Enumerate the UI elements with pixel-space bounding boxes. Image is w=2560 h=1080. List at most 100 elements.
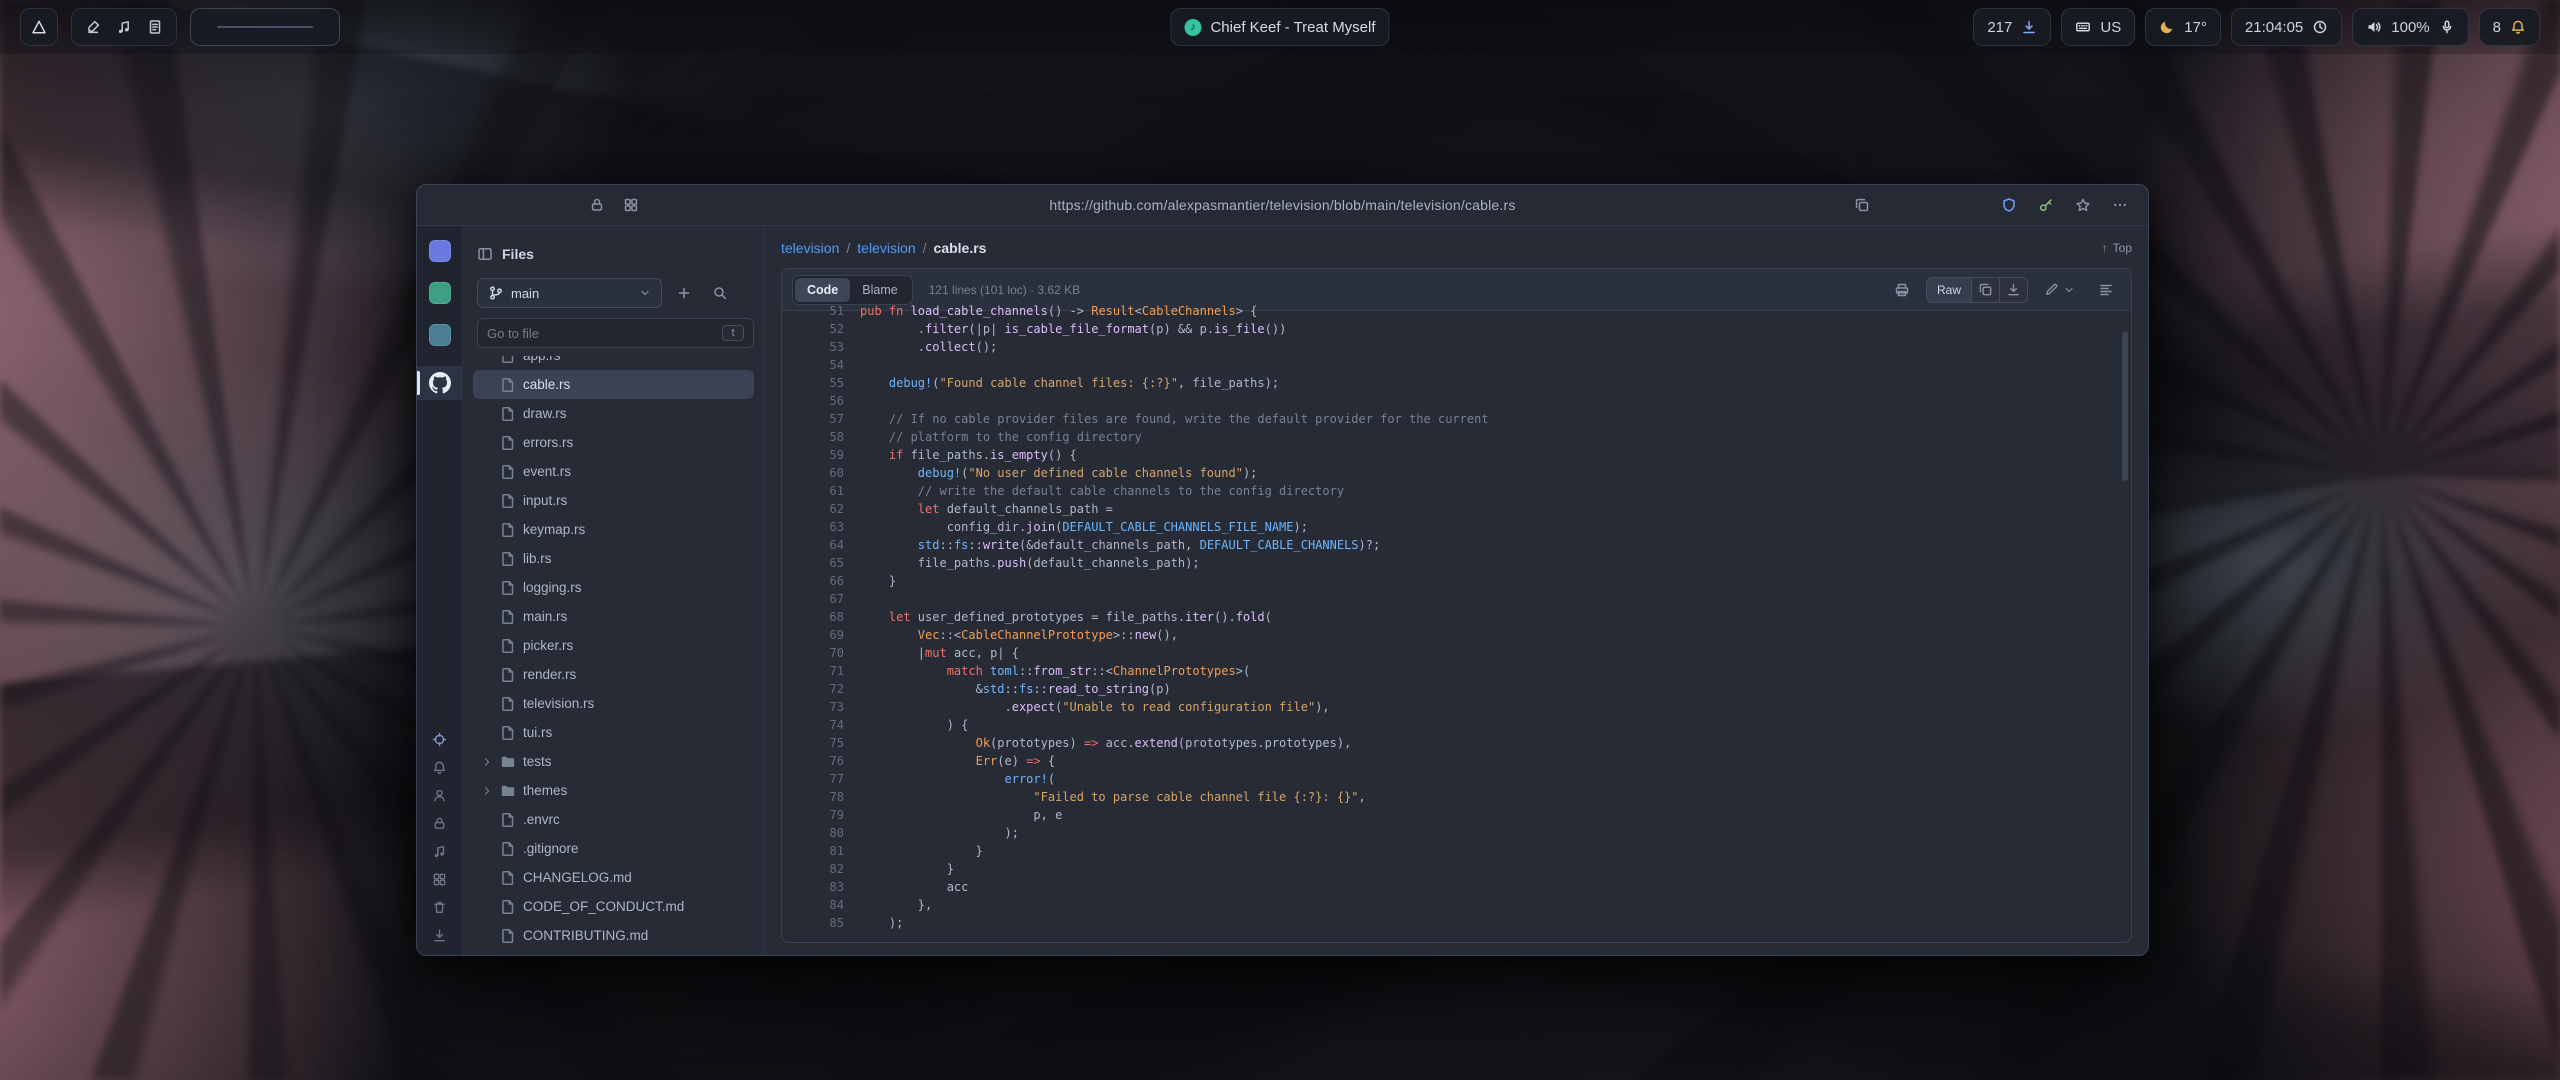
breadcrumb-repo[interactable]: television xyxy=(781,240,839,256)
target-icon[interactable] xyxy=(432,732,447,747)
shield-icon[interactable] xyxy=(2001,197,2017,213)
line-number[interactable]: 62 xyxy=(782,500,860,518)
person-icon[interactable] xyxy=(432,788,447,803)
line-number[interactable]: 63 xyxy=(782,518,860,536)
line-number[interactable]: 80 xyxy=(782,824,860,842)
line-number[interactable]: 82 xyxy=(782,860,860,878)
code-scrollbar-thumb[interactable] xyxy=(2122,331,2128,481)
line-number[interactable]: 86 xyxy=(782,932,860,933)
download-raw-button[interactable] xyxy=(2000,277,2028,303)
lock-icon[interactable] xyxy=(589,197,605,213)
tree-item-lib.rs[interactable]: lib.rs xyxy=(473,544,754,573)
line-number[interactable]: 68 xyxy=(782,608,860,626)
line-number[interactable]: 83 xyxy=(782,878,860,896)
tree-item-television.rs[interactable]: television.rs xyxy=(473,689,754,718)
download-icon[interactable] xyxy=(432,928,447,943)
tree-item-.envrc[interactable]: .envrc xyxy=(473,805,754,834)
tree-item-CHANGELOG.md[interactable]: CHANGELOG.md xyxy=(473,863,754,892)
line-number[interactable]: 75 xyxy=(782,734,860,752)
music-note-icon[interactable] xyxy=(432,844,447,859)
line-number[interactable]: 74 xyxy=(782,716,860,734)
network-pill[interactable]: 217 xyxy=(1973,8,2051,46)
tree-item-errors.rs[interactable]: errors.rs xyxy=(473,428,754,457)
line-number[interactable]: 77 xyxy=(782,770,860,788)
line-number[interactable]: 65 xyxy=(782,554,860,572)
line-number[interactable]: 67 xyxy=(782,590,860,608)
search-tree-button[interactable] xyxy=(706,279,734,307)
more-icon[interactable] xyxy=(2112,197,2128,213)
tree-item-CONTRIBUTING.md[interactable]: CONTRIBUTING.md xyxy=(473,921,754,950)
copy-icon[interactable] xyxy=(1854,197,1870,213)
tree-item-keymap.rs[interactable]: keymap.rs xyxy=(473,515,754,544)
tree-item-.gitignore[interactable]: .gitignore xyxy=(473,834,754,863)
trash-icon[interactable] xyxy=(432,900,447,915)
branch-selector[interactable]: main xyxy=(477,278,662,308)
line-number[interactable]: 71 xyxy=(782,662,860,680)
now-playing-pill[interactable]: ♪ Chief Keef - Treat Myself xyxy=(1170,8,1389,46)
line-number[interactable]: 56 xyxy=(782,392,860,410)
line-number[interactable]: 84 xyxy=(782,896,860,914)
line-number[interactable]: 54 xyxy=(782,356,860,374)
tree-item-main.rs[interactable]: main.rs xyxy=(473,602,754,631)
grid-icon[interactable] xyxy=(623,197,639,213)
brush-icon[interactable] xyxy=(85,19,101,35)
add-file-button[interactable] xyxy=(670,279,698,307)
pinned-tab-green[interactable] xyxy=(429,282,451,304)
tree-item-app.rs[interactable]: app.rs xyxy=(473,356,754,370)
grid-icon[interactable] xyxy=(432,872,447,887)
tree-item-CODE_OF_CONDUCT.md[interactable]: CODE_OF_CONDUCT.md xyxy=(473,892,754,921)
pinned-tab-teal[interactable] xyxy=(429,324,451,346)
tree-item-event.rs[interactable]: event.rs xyxy=(473,457,754,486)
symbols-panel-button[interactable] xyxy=(2091,277,2121,303)
line-number[interactable]: 55 xyxy=(782,374,860,392)
back-to-top-link[interactable]: ↑ Top xyxy=(2102,241,2132,255)
tab-blame[interactable]: Blame xyxy=(850,278,909,302)
printer-icon[interactable] xyxy=(1887,277,1917,303)
sidebar-panel-icon[interactable] xyxy=(477,246,493,262)
line-number[interactable]: 70 xyxy=(782,644,860,662)
pinned-tab-blue[interactable] xyxy=(429,240,451,262)
url-bar[interactable]: https://github.com/alexpasmantier/televi… xyxy=(1049,197,1515,213)
line-number[interactable]: 79 xyxy=(782,806,860,824)
tree-item-input.rs[interactable]: input.rs xyxy=(473,486,754,515)
tree-item-themes[interactable]: themes xyxy=(473,776,754,805)
tree-item-tests[interactable]: tests xyxy=(473,747,754,776)
music-note-icon[interactable] xyxy=(116,19,132,35)
line-number[interactable]: 53 xyxy=(782,338,860,356)
line-number[interactable]: 60 xyxy=(782,464,860,482)
line-number[interactable]: 51 xyxy=(782,302,860,320)
line-number[interactable]: 58 xyxy=(782,428,860,446)
tree-item-logging.rs[interactable]: logging.rs xyxy=(473,573,754,602)
star-icon[interactable] xyxy=(2075,197,2091,213)
line-number[interactable]: 64 xyxy=(782,536,860,554)
active-tab-github[interactable] xyxy=(417,366,463,400)
line-number[interactable]: 52 xyxy=(782,320,860,338)
document-icon[interactable] xyxy=(147,19,163,35)
tree-item-Cargo.lock[interactable]: Cargo.lock xyxy=(473,950,754,955)
copy-raw-button[interactable] xyxy=(1972,277,2000,303)
line-number[interactable]: 85 xyxy=(782,914,860,932)
workspace-indicator[interactable] xyxy=(190,8,340,46)
audio-pill[interactable]: 100% xyxy=(2352,8,2468,46)
key-icon[interactable] xyxy=(2038,197,2054,213)
tab-code[interactable]: Code xyxy=(795,278,850,302)
line-number[interactable]: 57 xyxy=(782,410,860,428)
tree-item-render.rs[interactable]: render.rs xyxy=(473,660,754,689)
line-number[interactable]: 81 xyxy=(782,842,860,860)
line-number[interactable]: 59 xyxy=(782,446,860,464)
line-number[interactable]: 61 xyxy=(782,482,860,500)
tree-item-picker.rs[interactable]: picker.rs xyxy=(473,631,754,660)
line-number[interactable]: 76 xyxy=(782,752,860,770)
clock-pill[interactable]: 21:04:05 xyxy=(2231,8,2342,46)
tree-item-tui.rs[interactable]: tui.rs xyxy=(473,718,754,747)
line-number[interactable]: 73 xyxy=(782,698,860,716)
line-number[interactable]: 69 xyxy=(782,626,860,644)
raw-button[interactable]: Raw xyxy=(1926,277,1972,303)
tree-item-cable.rs[interactable]: cable.rs xyxy=(473,370,754,399)
edit-file-button[interactable] xyxy=(2037,277,2082,303)
tree-item-draw.rs[interactable]: draw.rs xyxy=(473,399,754,428)
keyboard-layout-pill[interactable]: US xyxy=(2061,8,2135,46)
app-launcher-button[interactable] xyxy=(20,8,58,46)
line-number[interactable]: 66 xyxy=(782,572,860,590)
lock-icon[interactable] xyxy=(432,816,447,831)
